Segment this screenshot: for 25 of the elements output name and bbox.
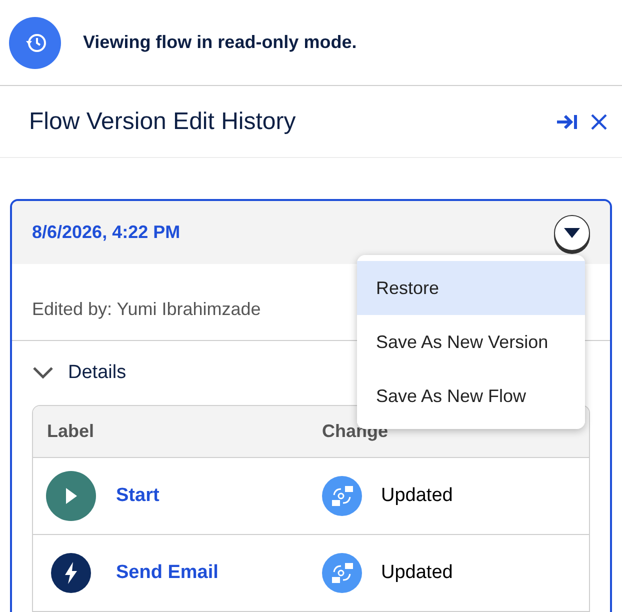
menu-item[interactable]: Restore (357, 261, 585, 315)
caret-icon (564, 228, 580, 238)
close-icon (590, 112, 608, 130)
details-toggle[interactable]: Details (12, 341, 126, 405)
collapse-panel-button[interactable] (556, 112, 578, 130)
version-menu-button[interactable] (554, 214, 590, 250)
element-link[interactable]: Send Email (116, 558, 218, 588)
element-link[interactable]: Start (116, 482, 160, 510)
arrow-to-line-icon (556, 112, 578, 130)
close-button[interactable] (590, 112, 608, 130)
play-icon (46, 471, 96, 521)
edited-by-text: Edited by: Yumi Ibrahimzade (32, 298, 261, 321)
menu-item[interactable]: Save As New Version (357, 315, 585, 369)
menu-item[interactable]: Save As New Flow (357, 369, 585, 423)
flow-change-icon (322, 553, 362, 593)
read-only-message: Viewing flow in read-only mode. (83, 31, 357, 54)
column-header: Label (47, 420, 96, 443)
panel-title: Flow Version Edit History (29, 106, 297, 136)
flow-change-icon (322, 476, 362, 516)
change-type-text: Updated (381, 560, 453, 585)
change-type-text: Updated (381, 484, 453, 508)
history-icon (9, 16, 61, 68)
version-timestamp: 8/6/2026, 4:22 PM (32, 221, 182, 244)
lightning-icon (51, 553, 91, 593)
chevron-icon (32, 366, 54, 380)
